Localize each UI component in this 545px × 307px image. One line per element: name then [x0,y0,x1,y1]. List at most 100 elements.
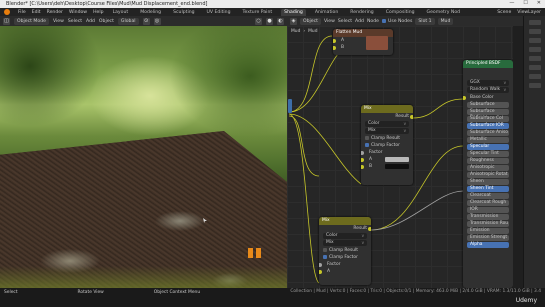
tab-uv-editing[interactable]: UV Editing [204,9,234,16]
bsdf-field[interactable]: Transmission [467,214,509,220]
checkbox-icon[interactable] [365,135,369,140]
bsdf-field[interactable]: Subsurface [467,102,509,108]
socket-icon[interactable] [410,114,413,119]
use-nodes-toggle[interactable]: Use Nodes [381,19,412,24]
shading-rendered-icon[interactable]: ◐ [277,17,284,25]
transform-orientation[interactable]: Global [117,17,139,25]
node-menu-add[interactable]: Add [355,19,364,24]
bsdf-field[interactable]: Transmission Rou [467,221,509,227]
mix-node-1-result[interactable]: Result [361,113,413,120]
properties-output-icon[interactable] [528,38,541,43]
mix-node-1-input-a[interactable]: A [361,156,413,163]
socket-icon[interactable] [333,45,336,50]
light-gizmo-icon[interactable] [248,248,264,258]
mix-node-2-data-type[interactable]: Color [323,233,367,239]
bsdf-field[interactable]: Clearcoat [467,193,509,199]
mix-node-1-clamp-result[interactable]: Clamp Result [361,135,413,142]
color-swatch-b[interactable] [385,164,409,169]
overlay-icon[interactable]: ○ [255,17,262,25]
socket-icon[interactable] [319,269,322,274]
bsdf-field[interactable]: Subsurface Aniso [467,130,509,136]
bsdf-field[interactable]: Subsurface Col [467,116,509,122]
tab-compositing[interactable]: Compositing [383,9,418,16]
bsdf-field[interactable]: Metallic [467,137,509,143]
socket-icon[interactable] [361,164,364,169]
bsdf-field[interactable]: Sheen [467,179,509,185]
node-editor-sidebar-tabs[interactable] [513,26,523,288]
3d-viewport[interactable] [0,26,287,288]
proportional-edit-icon[interactable]: ◎ [153,17,161,25]
snap-icon[interactable]: ⊙ [142,17,150,25]
color-swatch-a[interactable] [385,157,409,162]
properties-tool-icon[interactable] [528,20,541,25]
menu-window[interactable]: Window [69,10,87,15]
minimize-button[interactable]: — [509,0,514,6]
properties-render-icon[interactable] [528,29,541,34]
mix-node-1-factor[interactable]: Factor [361,149,413,156]
tab-texture-paint[interactable]: Texture Paint [240,9,276,16]
node-menu-select[interactable]: Select [338,19,352,24]
view-layer-selector[interactable]: ViewLayer [517,10,541,15]
tab-animation[interactable]: Animation [312,9,341,16]
mix-node-1-input-b[interactable]: B [361,163,413,170]
subsurface-method-dropdown[interactable]: Random Walk [467,87,509,93]
distribution-dropdown[interactable]: GGX [467,80,509,86]
bsdf-field[interactable]: Roughness [467,158,509,164]
checkbox-icon[interactable] [365,142,369,147]
tab-geometry-nodes[interactable]: Geometry Nod [424,9,464,16]
node-editor[interactable]: Mud › Mud Flatten Mud A B Mix Result Col… [287,26,513,288]
mix-node-2-clamp-result[interactable]: Clamp Result [319,247,371,254]
close-button[interactable]: ✕ [537,0,541,6]
node-editor-type-icon[interactable]: ◈ [290,17,297,25]
node-menu-node[interactable]: Node [367,19,379,24]
mix-node-2-result[interactable]: Result [319,225,371,232]
slot-selector[interactable]: Slot 1 [415,17,435,25]
socket-icon[interactable] [361,150,364,155]
mix-node-2[interactable]: Mix Result Color Mix Clamp Result Clamp … [319,217,371,285]
bsdf-field[interactable]: Anisotropic [467,165,509,171]
breadcrumb-material[interactable]: Mud [308,29,317,34]
bsdf-field[interactable]: Clearcoat Rough [467,200,509,206]
material-selector[interactable]: Mud [437,17,454,25]
mud-plane[interactable] [0,131,287,288]
properties-world-icon[interactable] [528,56,541,61]
shader-type-selector[interactable]: Object [300,17,321,25]
checkbox-icon[interactable] [323,247,327,252]
tab-sculpting[interactable]: Sculpting [170,9,197,16]
socket-icon[interactable] [333,38,336,43]
bsdf-field[interactable]: Emission [467,228,509,234]
properties-scene-icon[interactable] [528,47,541,52]
shading-solid-icon[interactable]: ● [266,17,273,25]
socket-icon[interactable] [368,226,371,231]
menu-edit[interactable]: Edit [32,10,41,15]
bsdf-field[interactable]: Sheen Tint [467,186,509,192]
mode-selector[interactable]: Object Mode [14,17,49,25]
viewport-menu-add[interactable]: Add [86,19,95,24]
bsdf-field[interactable]: Specular Tint [467,151,509,157]
bsdf-field[interactable]: Subsurface IOR [467,123,509,129]
socket-icon[interactable] [463,95,466,100]
bsdf-field[interactable]: Specular [467,144,509,150]
menu-file[interactable]: File [18,10,26,15]
mix-node-1-clamp-factor[interactable]: Clamp Factor [361,142,413,149]
bsdf-field[interactable]: Anisotropic Rotat [467,172,509,178]
node-menu-view[interactable]: View [324,19,335,24]
menu-help[interactable]: Help [93,10,103,15]
tab-rendering[interactable]: Rendering [347,9,376,16]
mix-node-1-data-type[interactable]: Color [365,121,409,127]
checkbox-icon[interactable] [323,254,327,259]
socket-icon[interactable] [319,262,322,267]
maximize-button[interactable]: ☐ [523,0,527,6]
bsdf-field[interactable]: Subsurface Radius [467,109,509,120]
use-nodes-checkbox[interactable] [381,19,386,23]
mix-node-2-clamp-factor[interactable]: Clamp Factor [319,254,371,261]
bsdf-field[interactable]: Emission Strengt [467,235,509,241]
properties-object-icon[interactable] [528,65,541,70]
tab-layout[interactable]: Layout [110,9,132,16]
bsdf-field[interactable]: Alpha [467,242,509,248]
socket-icon[interactable] [361,157,364,162]
properties-panel[interactable] [523,16,545,288]
bsdf-field[interactable]: IOR [467,207,509,213]
scene-selector[interactable]: Scene [497,10,511,15]
base-color-input[interactable]: Base Color [463,94,513,101]
